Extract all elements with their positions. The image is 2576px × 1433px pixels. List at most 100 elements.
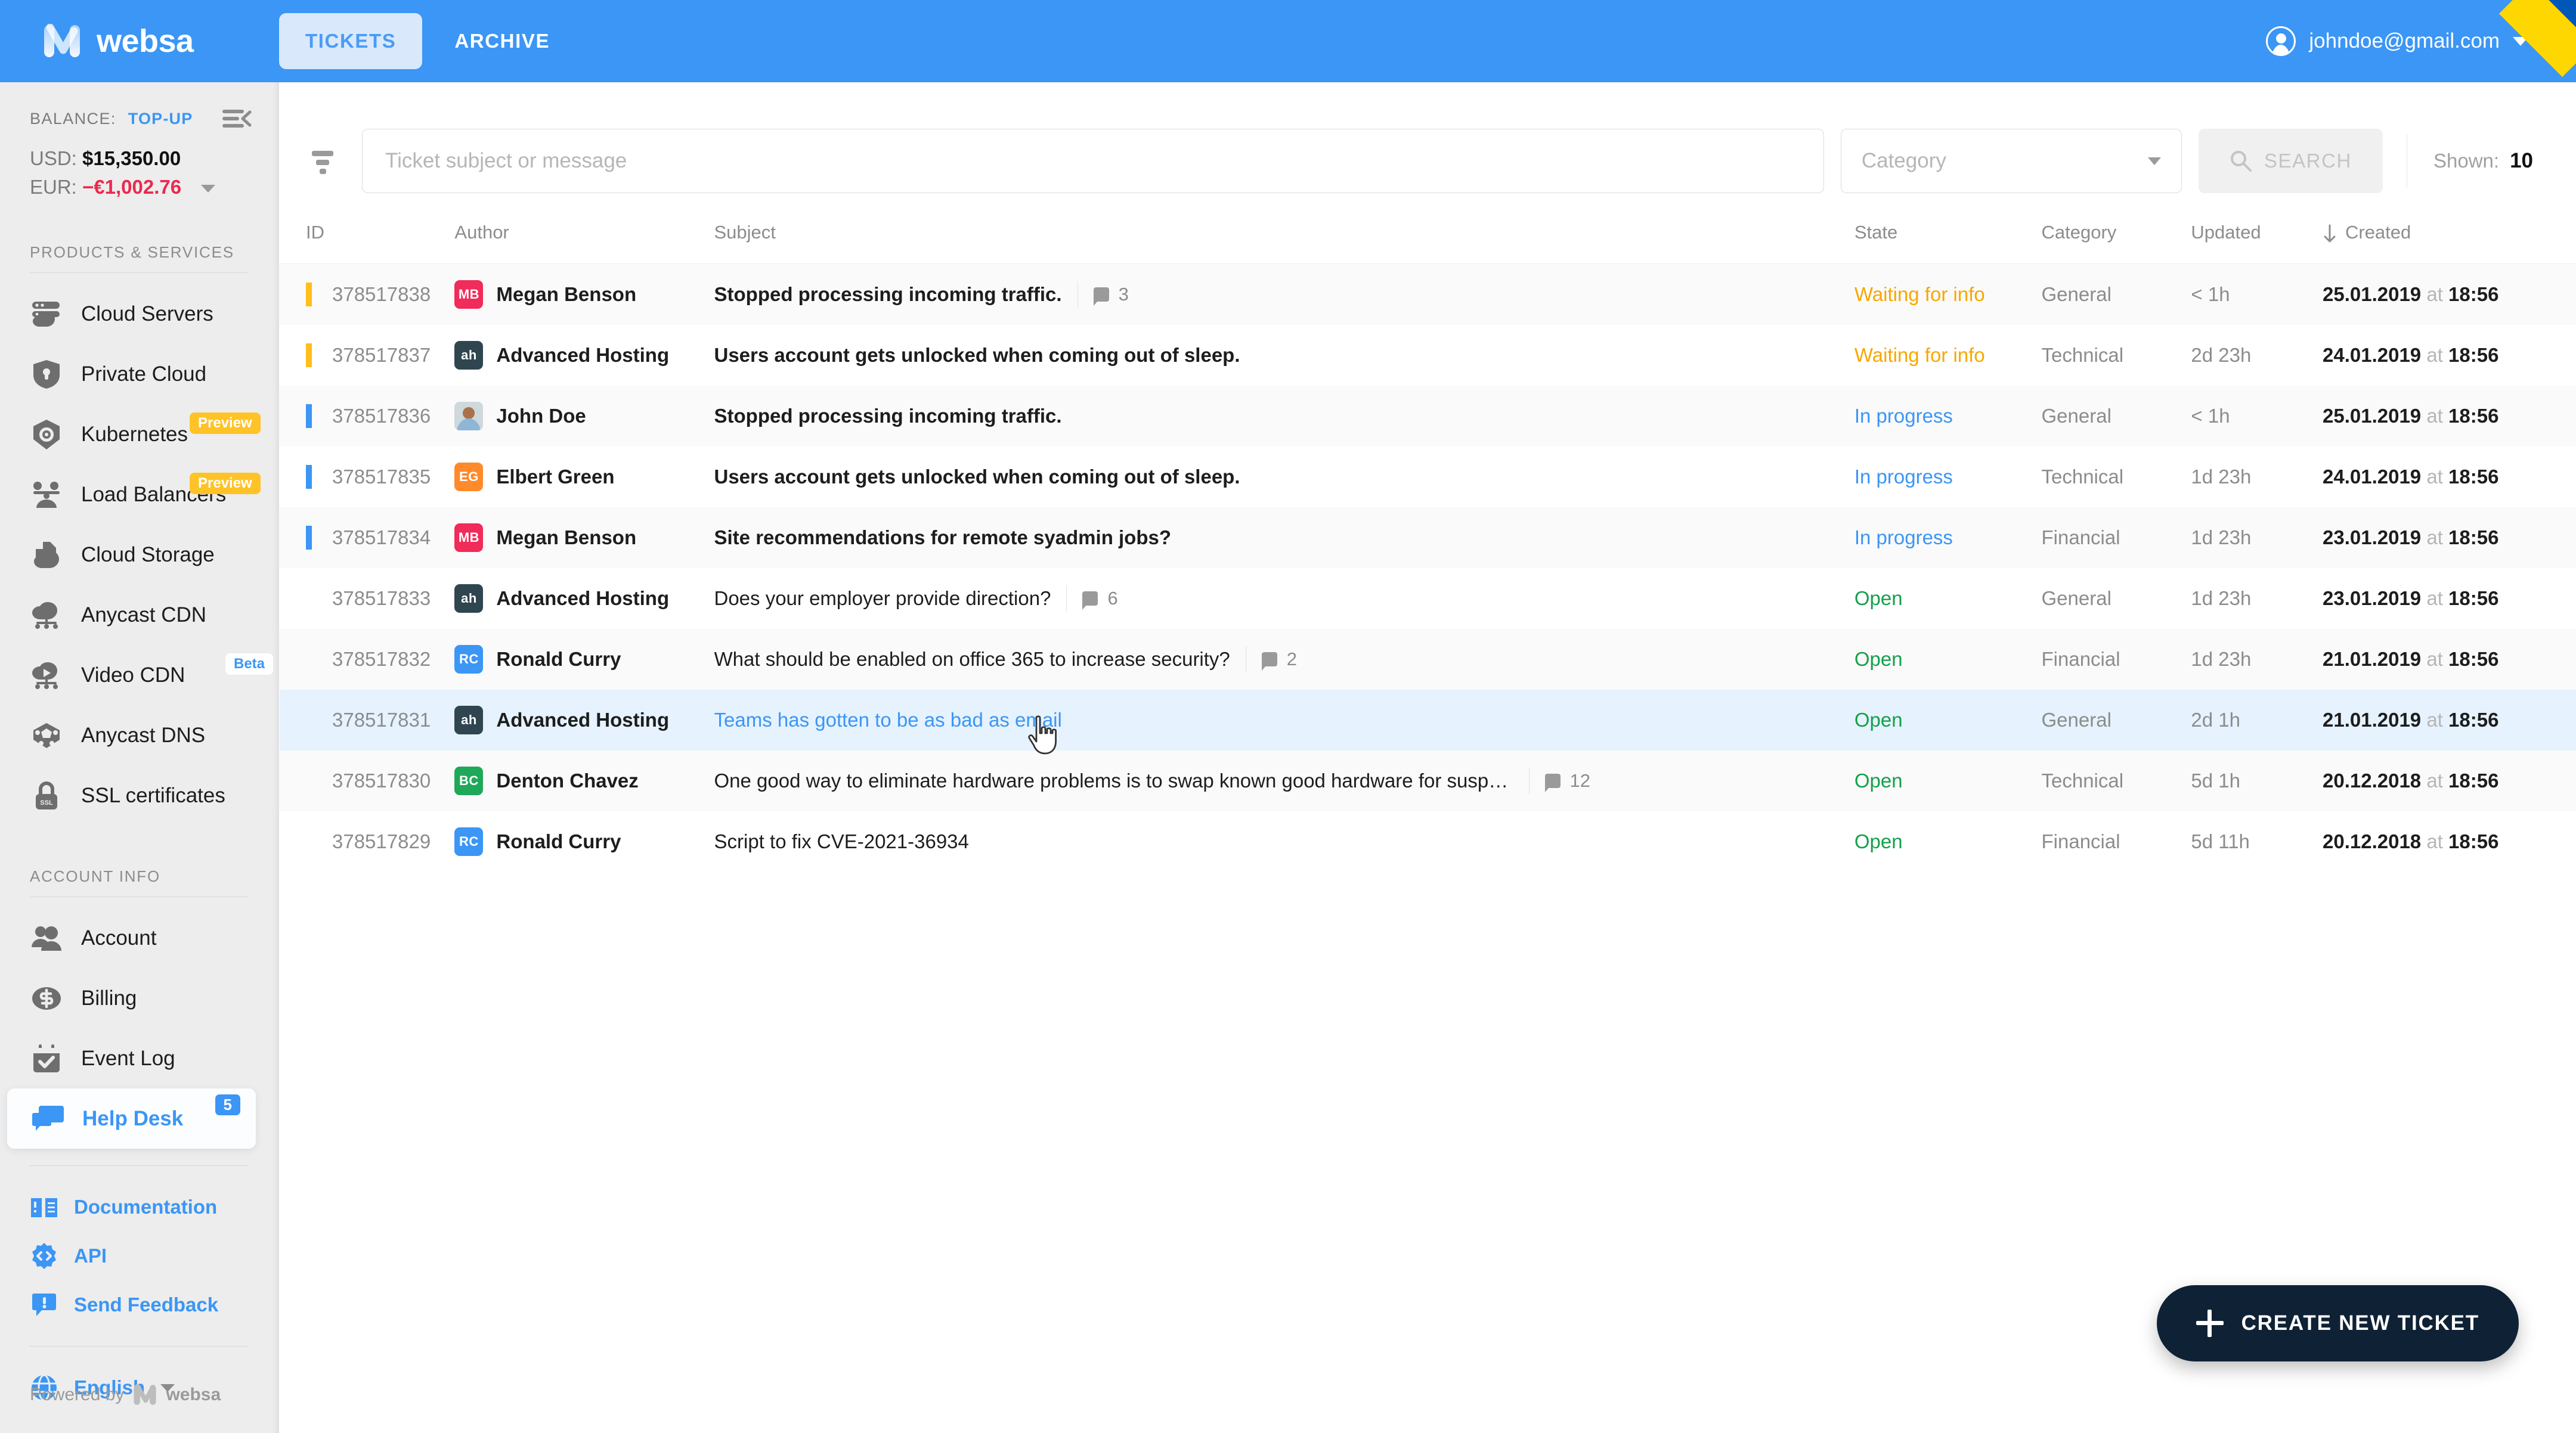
ticket-subject[interactable]: Users account gets unlocked when coming … [714, 466, 1240, 488]
ticket-category: General [2041, 708, 2111, 731]
sidebar-item-anycast-cdn[interactable]: Anycast CDN [0, 585, 278, 645]
ticket-subject[interactable]: Users account gets unlocked when coming … [714, 344, 1240, 367]
ssl-lock-icon: SSL [30, 779, 63, 812]
table-row[interactable]: 378517829 RC Ronald Curry Script to fix CVE… [280, 811, 2576, 872]
comment-divider [1528, 767, 1530, 794]
sidebar-item-account[interactable]: Account [0, 908, 278, 968]
cell-subject[interactable]: Stopped processing incoming traffic. 3 [714, 264, 1854, 325]
sidebar-link-documentation[interactable]: Documentation [0, 1183, 278, 1232]
status-badge: Waiting for info [1854, 283, 1985, 305]
chat-bubbles-icon [31, 1102, 64, 1136]
tab-archive[interactable]: ARCHIVE [428, 13, 576, 69]
language-divider [30, 1346, 249, 1347]
cell-subject[interactable]: What should be enabled on office 365 to … [714, 629, 1854, 690]
ticket-subject[interactable]: Script to fix CVE-2021-36934 [714, 830, 969, 853]
cell-subject[interactable]: Site recommendations for remote syadmin … [714, 507, 1854, 568]
sidebar-item-private-cloud[interactable]: Private Cloud [0, 344, 278, 404]
sidebar-item-help-desk[interactable]: Help Desk 5 [7, 1088, 256, 1149]
ticket-subject[interactable]: Teams has gotten to be as bad as email [714, 709, 1062, 731]
table-row[interactable]: 378517831 ah Advanced Hosting Teams has got… [280, 689, 2576, 750]
sidebar-link-api[interactable]: API [0, 1232, 278, 1280]
brand[interactable]: websa [0, 23, 279, 60]
sidebar-link-send-feedback[interactable]: Send Feedback [0, 1280, 278, 1329]
column-header-state[interactable]: State [1854, 222, 2042, 264]
table-row[interactable]: 378517832 RC Ronald Curry What should be en… [280, 628, 2576, 690]
sidebar-item-ssl-certificates[interactable]: SSL SSL certificates [0, 765, 278, 826]
comment-icon [1093, 287, 1109, 306]
cell-subject[interactable]: Users account gets unlocked when coming … [714, 446, 1854, 507]
column-header-subject[interactable]: Subject [714, 222, 1854, 264]
create-new-ticket-button[interactable]: CREATE NEW TICKET [2156, 1285, 2519, 1361]
column-header-updated[interactable]: Updated [2191, 222, 2323, 264]
cell-author: MB Megan Benson [454, 264, 714, 325]
ticket-subject[interactable]: Stopped processing incoming traffic. [714, 405, 1062, 427]
ticket-updated: 1d 23h [2191, 465, 2252, 488]
search-button[interactable]: SEARCH [2198, 129, 2383, 193]
table-row[interactable]: 378517835 EG Elbert Green Users account get… [280, 446, 2576, 507]
table-row[interactable]: 378517837 ah Advanced Hosting Users account… [280, 325, 2576, 386]
ticket-subject[interactable]: One good way to eliminate hardware probl… [714, 770, 1513, 792]
book-icon [30, 1193, 58, 1221]
table-row[interactable]: 378517834 MB Megan Benson Site recommendati… [280, 507, 2576, 568]
status-badge: In progress [1854, 526, 1953, 548]
column-header-created[interactable]: Created [2322, 222, 2576, 264]
row-status-accent-bar [306, 282, 312, 306]
ticket-subject[interactable]: Stopped processing incoming traffic. [714, 283, 1062, 306]
ticket-updated: 1d 23h [2191, 526, 2252, 548]
ticket-category: Financial [2041, 830, 2120, 852]
sidebar-link-label: API [74, 1245, 107, 1267]
table-row[interactable]: 378517833 ah Advanced Hosting Does your emp… [280, 568, 2576, 629]
sidebar-item-label: Billing [81, 986, 137, 1010]
collapse-sidebar-icon[interactable] [222, 107, 252, 130]
table-row[interactable]: 378517830 BC Denton Chavez One good way to … [280, 750, 2576, 811]
comment-icon [1261, 652, 1277, 671]
top-up-link[interactable]: TOP-UP [128, 110, 193, 128]
ticket-category: Technical [2041, 465, 2124, 488]
sidebar-item-billing[interactable]: Billing [0, 968, 278, 1028]
balance-expand-chevron-icon[interactable] [201, 184, 216, 193]
ticket-subject[interactable]: Site recommendations for remote syadmin … [714, 526, 1172, 549]
cell-subject[interactable]: Stopped processing incoming traffic. [714, 386, 1854, 446]
category-select[interactable]: Category [1840, 129, 2182, 193]
author-name: Advanced Hosting [496, 708, 670, 731]
sidebar-item-load-balancers[interactable]: Load Balancers Preview [0, 464, 278, 525]
comment-count: 6 [1107, 587, 1118, 609]
sidebar-item-video-cdn[interactable]: Video CDN Beta [0, 645, 278, 705]
tab-tickets[interactable]: TICKETS [279, 13, 423, 69]
cell-subject[interactable]: Does your employer provide direction? 6 [714, 568, 1854, 629]
powered-by: Powered by websa [30, 1384, 221, 1406]
comment-count: 12 [1569, 770, 1590, 791]
sidebar-item-anycast-dns[interactable]: Anycast DNS [0, 705, 278, 765]
sidebar-link-label: Send Feedback [74, 1294, 219, 1316]
cell-id: 378517838 [280, 264, 454, 325]
sidebar-item-kubernetes[interactable]: Kubernetes Preview [0, 404, 278, 464]
cell-subject[interactable]: One good way to eliminate hardware probl… [714, 750, 1854, 811]
sidebar-item-cloud-storage[interactable]: Cloud Storage [0, 525, 278, 585]
search-icon [2230, 151, 2252, 172]
column-header-category[interactable]: Category [2041, 222, 2191, 264]
column-header-id[interactable]: ID [280, 222, 455, 264]
ticket-subject[interactable]: What should be enabled on office 365 to … [714, 648, 1230, 671]
avatar: BC [454, 766, 484, 795]
sidebar-item-cloud-servers[interactable]: Cloud Servers [0, 284, 278, 344]
cell-state: Waiting for info [1854, 325, 2042, 386]
table-row[interactable]: 378517836 John Doe Stopped processing inco… [280, 385, 2576, 446]
created-at-word: at [2426, 283, 2443, 305]
column-header-author[interactable]: Author [454, 222, 714, 264]
cell-subject[interactable]: Users account gets unlocked when coming … [714, 325, 1854, 386]
cell-subject[interactable]: Script to fix CVE-2021-36934 [714, 811, 1854, 872]
cloud-servers-icon [30, 297, 63, 331]
search-input[interactable] [362, 129, 1824, 193]
table-row[interactable]: 378517838 MB Megan Benson Stopped processin… [280, 263, 2576, 325]
cell-updated: 1d 23h [2191, 446, 2323, 507]
app-root: websa TICKETS ARCHIVE johndoe@gmail.com … [0, 0, 2576, 1433]
cell-updated: < 1h [2191, 264, 2323, 325]
ticket-created: 20.12.2018 at 18:56 [2322, 769, 2499, 792]
cell-subject[interactable]: Teams has gotten to be as bad as email [714, 690, 1854, 750]
cell-category: General [2042, 690, 2191, 750]
ticket-subject[interactable]: Does your employer provide direction? [714, 587, 1051, 610]
filter-icon[interactable] [306, 144, 340, 178]
sidebar-item-event-log[interactable]: Event Log [0, 1028, 278, 1088]
powered-by-prefix: Powered by [30, 1385, 125, 1404]
cell-updated: 1d 23h [2191, 507, 2323, 568]
